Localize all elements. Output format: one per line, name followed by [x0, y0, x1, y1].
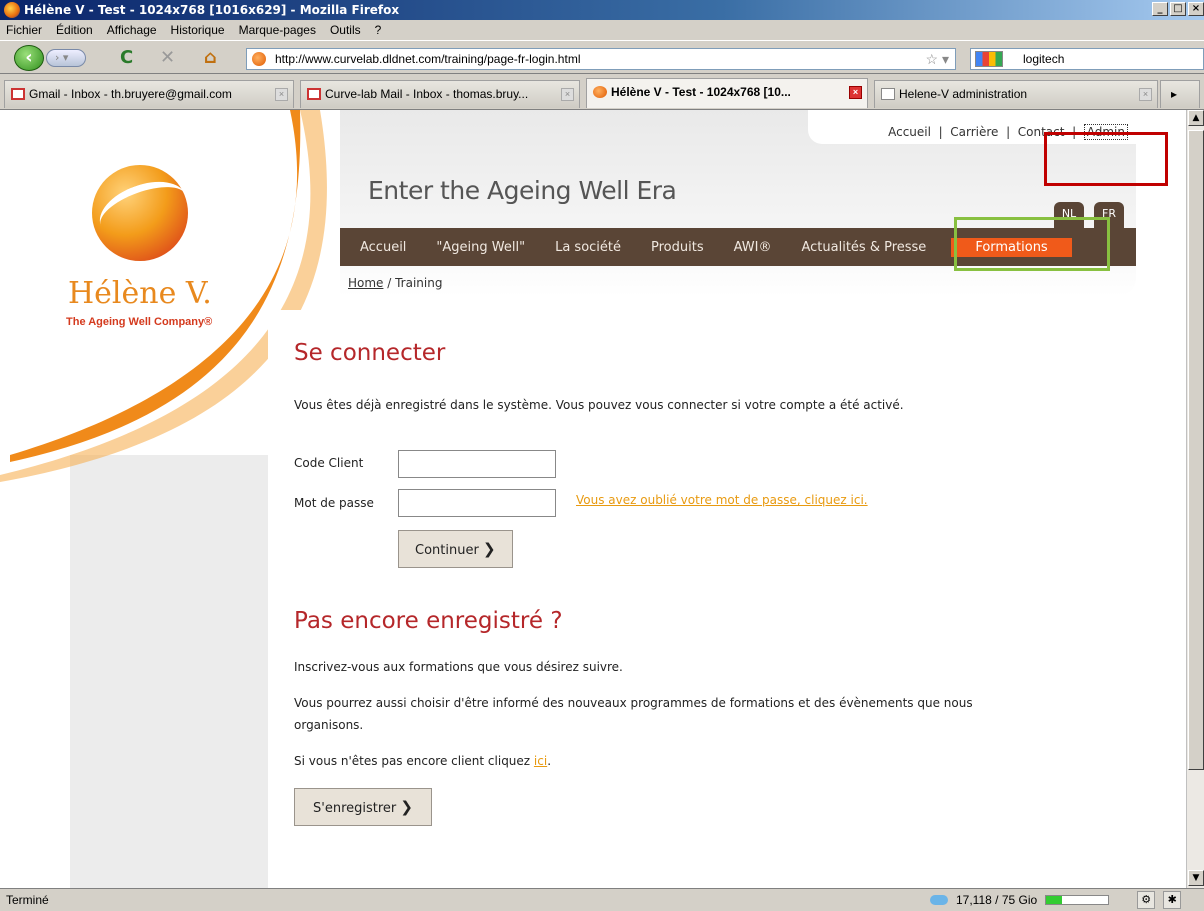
tab-label: Helene-V administration: [899, 87, 1028, 101]
site-favicon: [252, 52, 266, 66]
gmail-icon: [307, 88, 321, 100]
nav-awi[interactable]: AWI®: [719, 240, 787, 255]
tab-gmail[interactable]: Gmail - Inbox - th.bruyere@gmail.com ×: [4, 80, 294, 108]
site-favicon: [593, 86, 607, 98]
menu-edition[interactable]: Édition: [56, 23, 93, 37]
tab-helene-v-admin[interactable]: Helene-V administration ×: [874, 80, 1158, 108]
register-heading: Pas encore enregistré ?: [294, 608, 563, 634]
brand-tagline: The Ageing Well Company®: [66, 316, 213, 328]
register-paragraph-2a: Vous pourrez aussi choisir d'être inform…: [294, 696, 973, 710]
menu-bar: Fichier Édition Affichage Historique Mar…: [0, 20, 1204, 40]
stop-icon[interactable]: ✕: [160, 49, 175, 67]
gmail-icon: [11, 88, 25, 100]
nav-la-societe[interactable]: La société: [540, 240, 636, 255]
scroll-down-arrow-icon[interactable]: ▼: [1188, 870, 1204, 886]
code-client-input[interactable]: [398, 450, 556, 478]
window-title: Hélène V - Test - 1024x768 [1016x629] - …: [24, 3, 400, 17]
minimize-button[interactable]: _: [1152, 2, 1168, 16]
scroll-thumb[interactable]: [1188, 130, 1204, 770]
vertical-scrollbar[interactable]: ▲ ▼: [1186, 110, 1204, 888]
search-box[interactable]: logitech: [970, 48, 1204, 70]
tab-label: Gmail - Inbox - th.bruyere@gmail.com: [29, 87, 232, 101]
tab-close-icon[interactable]: ×: [561, 88, 574, 101]
scroll-up-arrow-icon[interactable]: ▲: [1188, 110, 1204, 126]
site-slogan: Enter the Ageing Well Era: [368, 176, 677, 205]
register-here-link[interactable]: ici: [534, 754, 547, 768]
password-input[interactable]: [398, 489, 556, 517]
window-titlebar: Hélène V - Test - 1024x768 [1016x629] - …: [0, 0, 1204, 20]
register-paragraph-1: Inscrivez-vous aux formations que vous d…: [294, 660, 623, 674]
nav-accueil[interactable]: Accueil: [340, 240, 421, 255]
login-heading: Se connecter: [294, 340, 446, 366]
main-content: Se connecter Vous êtes déjà enregistré d…: [268, 310, 1136, 888]
tab-close-icon[interactable]: ×: [275, 88, 288, 101]
tab-close-icon[interactable]: ×: [1139, 88, 1152, 101]
annotation-green-box: [954, 217, 1110, 271]
chevron-right-icon: ❯: [482, 540, 496, 558]
register-p3-period: .: [547, 754, 552, 768]
status-bar: Terminé 17,118 / 75 Gio ⚙ ✱: [0, 888, 1204, 910]
reload-icon[interactable]: C: [120, 49, 133, 67]
nav-actualites-presse[interactable]: Actualités & Presse: [786, 240, 941, 255]
tab-helene-v-test[interactable]: Hélène V - Test - 1024x768 [10... ×: [586, 78, 868, 108]
menu-marque-pages[interactable]: Marque-pages: [239, 23, 316, 37]
nav-ageing-well[interactable]: "Ageing Well": [421, 240, 540, 255]
tab-label: Curve-lab Mail - Inbox - thomas.bruy...: [325, 87, 529, 101]
brand-name[interactable]: Hélène V.: [68, 276, 212, 311]
code-client-label: Code Client: [294, 456, 364, 470]
menu-help[interactable]: ?: [375, 23, 382, 37]
url-bar[interactable]: http://www.curvelab.dldnet.com/training/…: [246, 48, 956, 70]
breadcrumb: Home / Training: [348, 276, 442, 290]
quota-text: 17,118 / 75 Gio: [956, 893, 1038, 907]
top-link-accueil[interactable]: Accueil: [888, 125, 931, 139]
addon-gear-icon[interactable]: ⚙: [1137, 891, 1156, 909]
tab-close-icon[interactable]: ×: [849, 86, 862, 99]
quota-bar: [1045, 895, 1110, 905]
quota-bar-fill: [1046, 896, 1062, 904]
menu-outils[interactable]: Outils: [330, 23, 361, 37]
password-label: Mot de passe: [294, 496, 374, 510]
navigation-toolbar: ‹ › ▾ C ✕ ⌂ http://www.curvelab.dldnet.c…: [0, 40, 1204, 74]
register-button[interactable]: S'enregistrer ❯: [294, 788, 432, 826]
search-text: logitech: [1023, 52, 1065, 66]
left-column-background: [70, 455, 268, 888]
annotation-red-box: [1044, 132, 1168, 186]
status-right: 17,118 / 75 Gio ⚙ ✱: [930, 889, 1182, 911]
menu-fichier[interactable]: Fichier: [6, 23, 42, 37]
maximize-button[interactable]: □: [1170, 2, 1186, 16]
register-p3-text: Si vous n'êtes pas encore client cliquez: [294, 754, 534, 768]
register-button-label: S'enregistrer: [313, 801, 397, 816]
google-search-engine-icon[interactable]: [975, 51, 1003, 67]
cloud-icon: [930, 895, 948, 905]
continue-button-label: Continuer: [415, 543, 479, 558]
continue-button[interactable]: Continuer ❯: [398, 530, 513, 568]
menu-affichage[interactable]: Affichage: [107, 23, 157, 37]
login-intro: Vous êtes déjà enregistré dans le systèm…: [294, 398, 904, 412]
breadcrumb-separator: /: [383, 276, 396, 290]
home-icon[interactable]: ⌂: [204, 49, 217, 67]
status-text: Terminé: [6, 893, 49, 907]
top-link-carriere[interactable]: Carrière: [950, 125, 998, 139]
breadcrumb-home[interactable]: Home: [348, 276, 383, 290]
tab-bar: Gmail - Inbox - th.bruyere@gmail.com × C…: [0, 74, 1204, 110]
bookmark-star-icon[interactable]: ☆ ▾: [926, 49, 949, 69]
chevron-right-icon: ❯: [400, 798, 413, 816]
forgot-password-link[interactable]: Vous avez oublié votre mot de passe, cli…: [576, 493, 868, 507]
close-button[interactable]: ×: [1188, 2, 1204, 16]
firefox-icon: [4, 2, 20, 18]
register-paragraph-2b: organisons.: [294, 718, 364, 732]
url-text: http://www.curvelab.dldnet.com/training/…: [275, 52, 581, 66]
menu-historique[interactable]: Historique: [171, 23, 225, 37]
register-paragraph-3: Si vous n'êtes pas encore client cliquez…: [294, 754, 551, 768]
back-button[interactable]: ‹: [14, 45, 44, 71]
nav-produits[interactable]: Produits: [636, 240, 719, 255]
breadcrumb-current: Training: [395, 276, 443, 290]
tab-list-button[interactable]: ▸: [1160, 80, 1200, 108]
forward-button[interactable]: › ▾: [46, 49, 86, 67]
tab-label: Hélène V - Test - 1024x768 [10...: [611, 85, 791, 99]
page-icon: [881, 88, 895, 100]
addon-bug-icon[interactable]: ✱: [1163, 891, 1182, 909]
window-controls: _ □ ×: [1152, 2, 1204, 16]
tab-curvelab-mail[interactable]: Curve-lab Mail - Inbox - thomas.bruy... …: [300, 80, 580, 108]
